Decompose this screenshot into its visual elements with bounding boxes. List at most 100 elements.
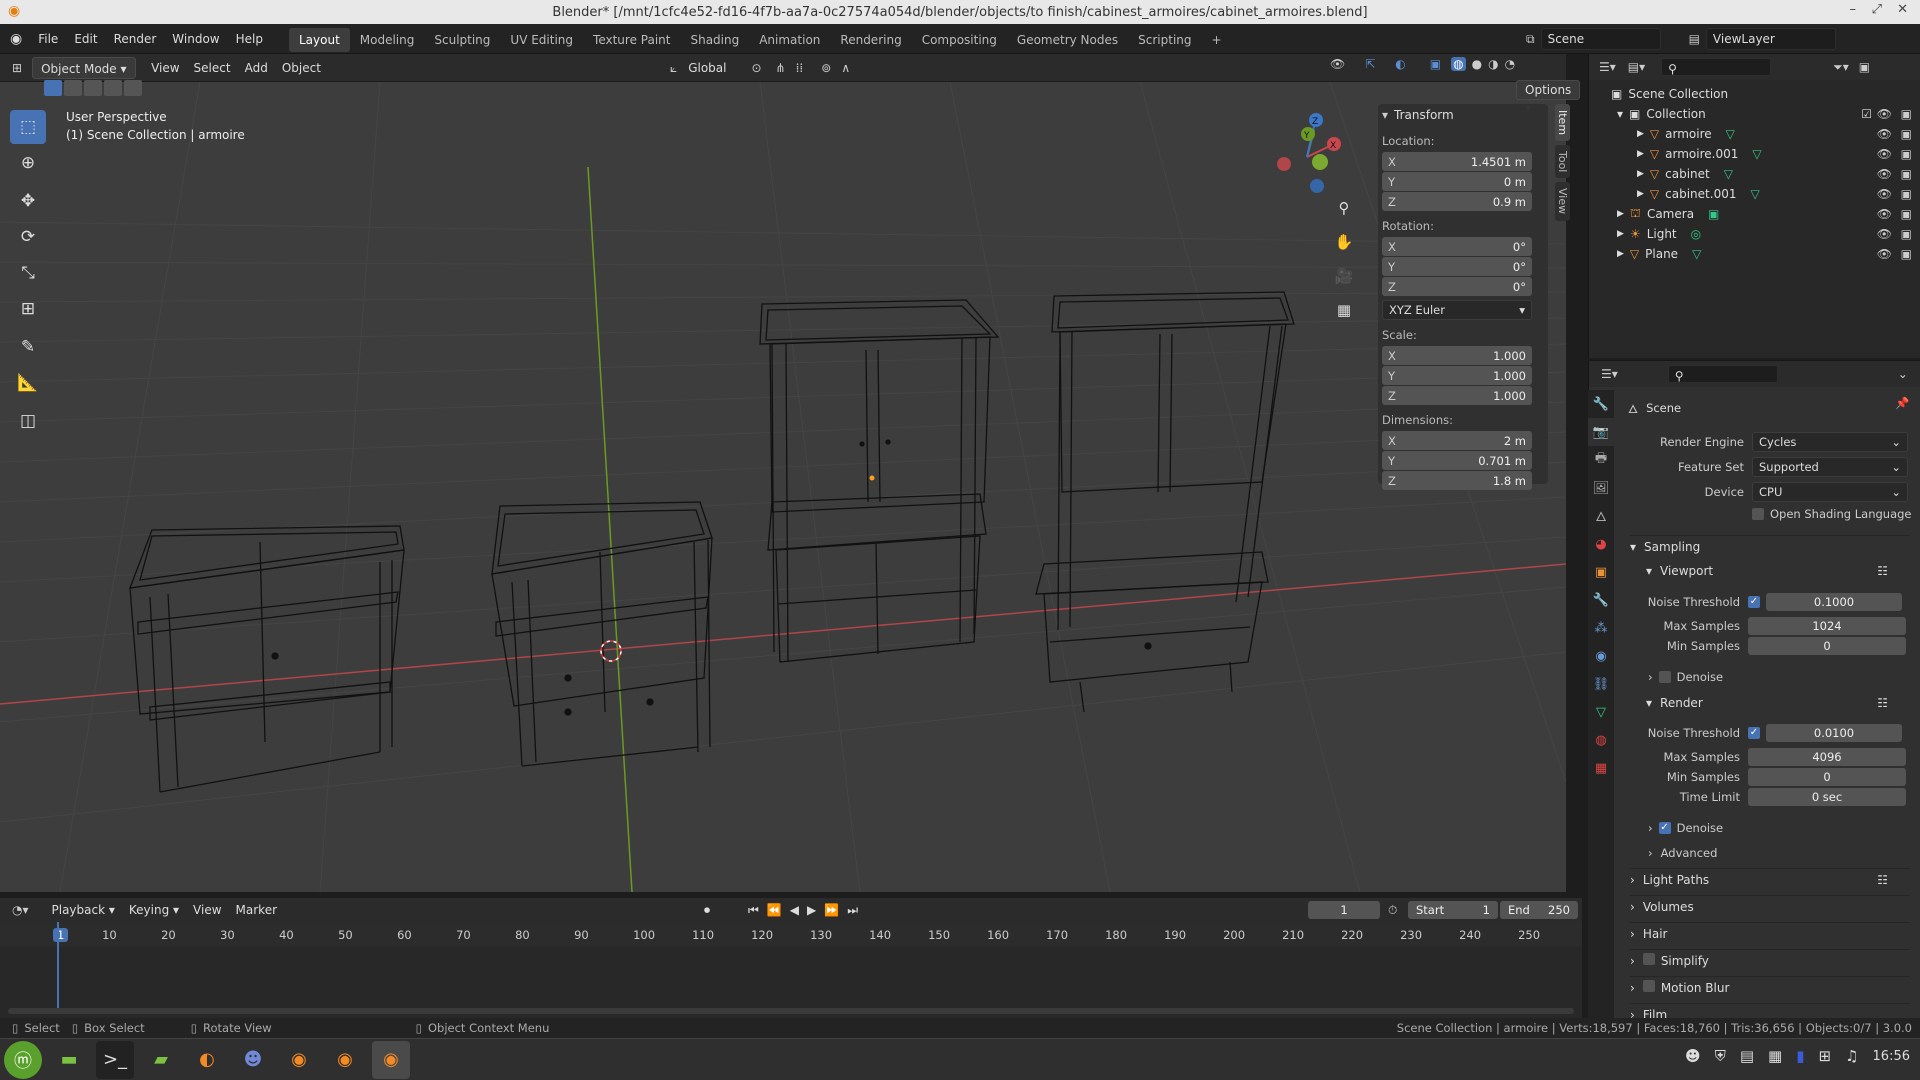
- expand-chevron-icon[interactable]: ▾: [1617, 107, 1623, 121]
- minimize-icon[interactable]: –: [1850, 2, 1857, 17]
- rotation-y-field[interactable]: Y 0°: [1382, 257, 1532, 276]
- clock[interactable]: 16:56: [1873, 1049, 1910, 1064]
- simplify-panel[interactable]: › Simplify: [1630, 949, 1910, 971]
- viewport-noise-threshold-checkbox[interactable]: ✓: [1748, 596, 1760, 608]
- simplify-checkbox[interactable]: [1642, 953, 1655, 965]
- expand-chevron-icon[interactable]: ›: [1648, 821, 1653, 835]
- timeline-scrollbar[interactable]: [8, 1008, 1574, 1014]
- constraints-tab-icon[interactable]: ⛓: [1588, 670, 1614, 698]
- modifier-tab-icon[interactable]: 🔧: [1588, 586, 1614, 614]
- outliner-item-plane[interactable]: ▶ ▽ Plane ▽ 👁 ▣: [1589, 244, 1920, 264]
- expand-chevron-icon[interactable]: ▶: [1617, 229, 1624, 239]
- start-frame-field[interactable]: Start 1: [1408, 901, 1498, 919]
- blender-app-icon-2[interactable]: ◉: [326, 1041, 364, 1079]
- render-camera-icon[interactable]: ▣: [1901, 127, 1912, 141]
- timeline-editor-icon[interactable]: ◔▾: [12, 903, 29, 917]
- select-invert-icon[interactable]: [104, 80, 122, 96]
- dimensions-y-field[interactable]: Y 0.701 m: [1382, 451, 1532, 470]
- expand-chevron-icon[interactable]: ▶: [1617, 249, 1624, 259]
- armoire-001-wireframe[interactable]: [1035, 291, 1295, 713]
- dropdown-chevron-icon[interactable]: ⌄: [1898, 367, 1908, 381]
- measure-tool-icon[interactable]: 📐: [10, 366, 46, 400]
- keyboard-layout-flag-icon[interactable]: ▮: [1796, 1047, 1804, 1065]
- timeline-menu-view[interactable]: View: [186, 899, 228, 921]
- current-frame-field[interactable]: 1: [1308, 901, 1380, 919]
- auto-keying-icon[interactable]: ⏱: [1388, 903, 1397, 918]
- collapse-chevron-icon[interactable]: ▾: [1630, 540, 1636, 554]
- 3d-viewport[interactable]: User Perspective (1) Scene Collection | …: [0, 80, 1581, 892]
- scale-x-field[interactable]: X 1.000: [1382, 346, 1532, 365]
- outliner-item-armoire-001[interactable]: ▶ ▽ armoire.001 ▽ 👁 ▣: [1589, 144, 1920, 164]
- menu-edit[interactable]: Edit: [66, 24, 105, 54]
- add-cube-tool-icon[interactable]: ◫: [10, 404, 46, 438]
- tab-sculpting[interactable]: Sculpting: [424, 28, 500, 52]
- outliner-item-armoire[interactable]: ▶ ▽ armoire ▽ 👁 ▣: [1589, 124, 1920, 144]
- add-workspace-icon[interactable]: +: [1202, 28, 1232, 52]
- record-icon[interactable]: ⏺: [704, 903, 710, 918]
- material-tab-icon[interactable]: ◍: [1588, 726, 1614, 754]
- outliner-collection[interactable]: ▾ ▣ Collection ☑ 👁 ▣: [1589, 104, 1920, 124]
- properties-editor-icon[interactable]: ☰▾: [1601, 367, 1618, 381]
- collapse-chevron-icon[interactable]: ▾: [1382, 108, 1388, 122]
- select-box-tool-icon[interactable]: ⬚: [10, 110, 46, 144]
- render-max-samples-field[interactable]: 4096: [1748, 748, 1906, 766]
- eye-icon[interactable]: 👁: [1877, 207, 1892, 221]
- tab-modeling[interactable]: Modeling: [350, 28, 425, 52]
- rotation-z-field[interactable]: Z 0°: [1382, 277, 1532, 296]
- location-x-field[interactable]: X 1.4501 m: [1382, 152, 1532, 171]
- select-extend-icon[interactable]: [64, 80, 82, 96]
- render-tab-icon[interactable]: 📷: [1588, 418, 1614, 446]
- jump-keyframe-back-icon[interactable]: ⏪: [767, 903, 782, 917]
- ortho-grid-icon[interactable]: ▦: [1330, 296, 1358, 324]
- expand-chevron-icon[interactable]: ▶: [1637, 149, 1644, 159]
- visibility-icon[interactable]: 👁: [1330, 57, 1345, 71]
- motion-blur-checkbox[interactable]: [1642, 980, 1655, 992]
- options-dropdown[interactable]: Options ▾: [1516, 80, 1581, 115]
- world-tab-icon[interactable]: ◕: [1588, 530, 1614, 558]
- tab-layout[interactable]: Layout: [288, 28, 350, 52]
- expand-chevron-icon[interactable]: ▶: [1637, 129, 1644, 139]
- transform-orientation-selector[interactable]: Global: [681, 57, 733, 79]
- expand-chevron-icon[interactable]: ›: [1630, 1008, 1635, 1018]
- render-camera-icon[interactable]: ▣: [1901, 147, 1912, 161]
- physics-tab-icon[interactable]: ◉: [1588, 642, 1614, 670]
- tab-rendering[interactable]: Rendering: [830, 28, 911, 52]
- playhead[interactable]: [57, 922, 59, 1012]
- render-noise-threshold-checkbox[interactable]: ✓: [1748, 727, 1760, 739]
- display-mode-icon[interactable]: ▤▾: [1628, 60, 1645, 74]
- eye-icon[interactable]: 👁: [1877, 187, 1892, 201]
- menu-file[interactable]: File: [30, 24, 66, 54]
- motion-blur-panel[interactable]: › Motion Blur: [1630, 976, 1910, 998]
- render-camera-icon[interactable]: ▣: [1901, 167, 1912, 181]
- expand-chevron-icon[interactable]: ›: [1630, 981, 1635, 995]
- rendered-shading-icon[interactable]: ◔: [1505, 57, 1515, 71]
- mode-selector[interactable]: Object Mode ▾: [32, 56, 137, 79]
- osl-checkbox-icon[interactable]: [1752, 508, 1764, 520]
- maximize-icon[interactable]: ⤢: [1872, 2, 1882, 17]
- tab-animation[interactable]: Animation: [749, 28, 830, 52]
- timeline-menu-marker[interactable]: Marker: [229, 899, 284, 921]
- menu-help[interactable]: Help: [228, 24, 271, 54]
- network-icon[interactable]: ⊞: [1819, 1047, 1832, 1065]
- navigation-gizmo[interactable]: Z X Y: [1262, 112, 1352, 202]
- file-manager-icon[interactable]: ▬: [50, 1041, 88, 1079]
- location-z-field[interactable]: Z 0.9 m: [1382, 192, 1532, 211]
- expand-chevron-icon[interactable]: ▶: [1617, 209, 1624, 219]
- collapse-chevron-icon[interactable]: ▾: [1646, 564, 1652, 578]
- volume-icon[interactable]: ♫: [1845, 1047, 1858, 1065]
- material-shading-icon[interactable]: ◑: [1488, 57, 1498, 71]
- tab-shading[interactable]: Shading: [680, 28, 749, 52]
- snap-target-icon[interactable]: ⁞⁞: [796, 61, 804, 75]
- tool-settings-tab-icon[interactable]: 🔧: [1588, 390, 1614, 418]
- select-subtract-icon[interactable]: [84, 80, 102, 96]
- pin-icon[interactable]: 📌: [1895, 396, 1909, 410]
- scale-tool-icon[interactable]: ⤡: [10, 256, 46, 290]
- falloff-icon[interactable]: ∧: [841, 61, 850, 75]
- pan-hand-icon[interactable]: ✋: [1330, 228, 1358, 256]
- viewport-denoise-checkbox[interactable]: [1658, 671, 1671, 683]
- viewport-menu-view[interactable]: View: [144, 57, 186, 79]
- scene-selector[interactable]: Scene: [1540, 28, 1661, 50]
- blender-menu-icon[interactable]: ◉: [10, 31, 22, 47]
- viewport-min-samples-field[interactable]: 0: [1748, 637, 1906, 655]
- time-limit-field[interactable]: 0 sec: [1748, 788, 1906, 806]
